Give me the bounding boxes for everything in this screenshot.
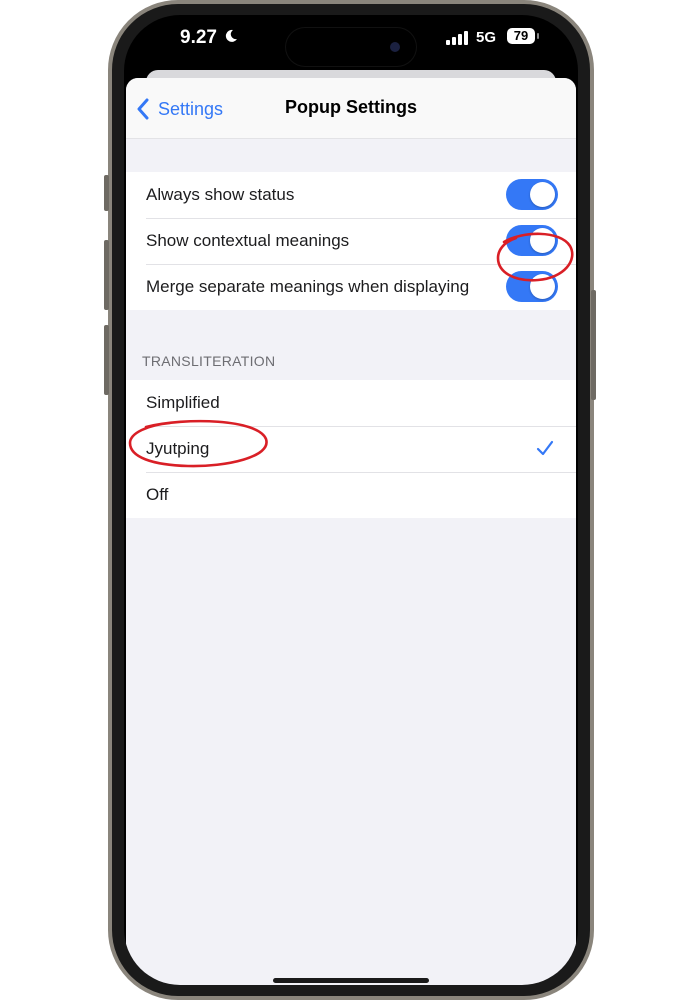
transliteration-group: Simplified Jyutping Off <box>126 380 576 518</box>
contextual-meanings-toggle[interactable] <box>506 225 558 256</box>
option-jyutping[interactable]: Jyutping <box>126 426 576 472</box>
row-label: Merge separate meanings when displaying <box>146 277 470 296</box>
volume-up-button <box>104 240 109 310</box>
toggle-knob <box>530 274 555 299</box>
toggle-row-merge-meanings: Merge separate meanings when displaying <box>126 264 576 310</box>
toggle-row-contextual-meanings: Show contextual meanings <box>126 218 576 264</box>
camera-icon <box>390 42 400 52</box>
status-time: 9.27 <box>180 27 217 48</box>
signal-bars-icon <box>446 31 468 45</box>
toggle-row-always-show-status: Always show status <box>126 172 576 218</box>
settings-sheet: Settings Popup Settings Always show stat… <box>126 78 576 985</box>
row-label: Always show status <box>146 185 295 204</box>
moon-icon <box>225 29 237 42</box>
toggle-knob <box>530 182 555 207</box>
checkmark-icon <box>536 440 554 456</box>
battery-icon: 79 <box>507 28 535 44</box>
option-simplified[interactable]: Simplified <box>126 380 576 426</box>
toggle-knob <box>530 228 555 253</box>
battery-level: 79 <box>513 28 529 43</box>
home-indicator[interactable] <box>273 978 429 983</box>
merge-meanings-toggle[interactable] <box>506 271 558 302</box>
volume-down-button <box>104 325 109 395</box>
option-off[interactable]: Off <box>126 472 576 518</box>
always-show-status-toggle[interactable] <box>506 179 558 210</box>
navigation-bar: Settings Popup Settings <box>126 78 576 139</box>
option-label: Off <box>146 485 169 504</box>
row-label: Show contextual meanings <box>146 231 350 250</box>
status-bar: 9.27 5G 79 <box>124 15 578 69</box>
action-button <box>104 175 109 211</box>
option-label: Jyutping <box>146 439 210 458</box>
option-label: Simplified <box>146 393 220 412</box>
dynamic-island <box>286 28 416 66</box>
phone-screen: 9.27 5G 79 Settings Popup Settings Alway… <box>124 15 578 985</box>
battery-tip <box>537 33 539 39</box>
network-label: 5G <box>476 29 497 46</box>
power-button <box>591 290 596 400</box>
section-header-transliteration: TRANSLITERATION <box>142 353 276 369</box>
page-title: Popup Settings <box>285 97 417 117</box>
toggle-group: Always show status Show contextual meani… <box>126 172 576 310</box>
